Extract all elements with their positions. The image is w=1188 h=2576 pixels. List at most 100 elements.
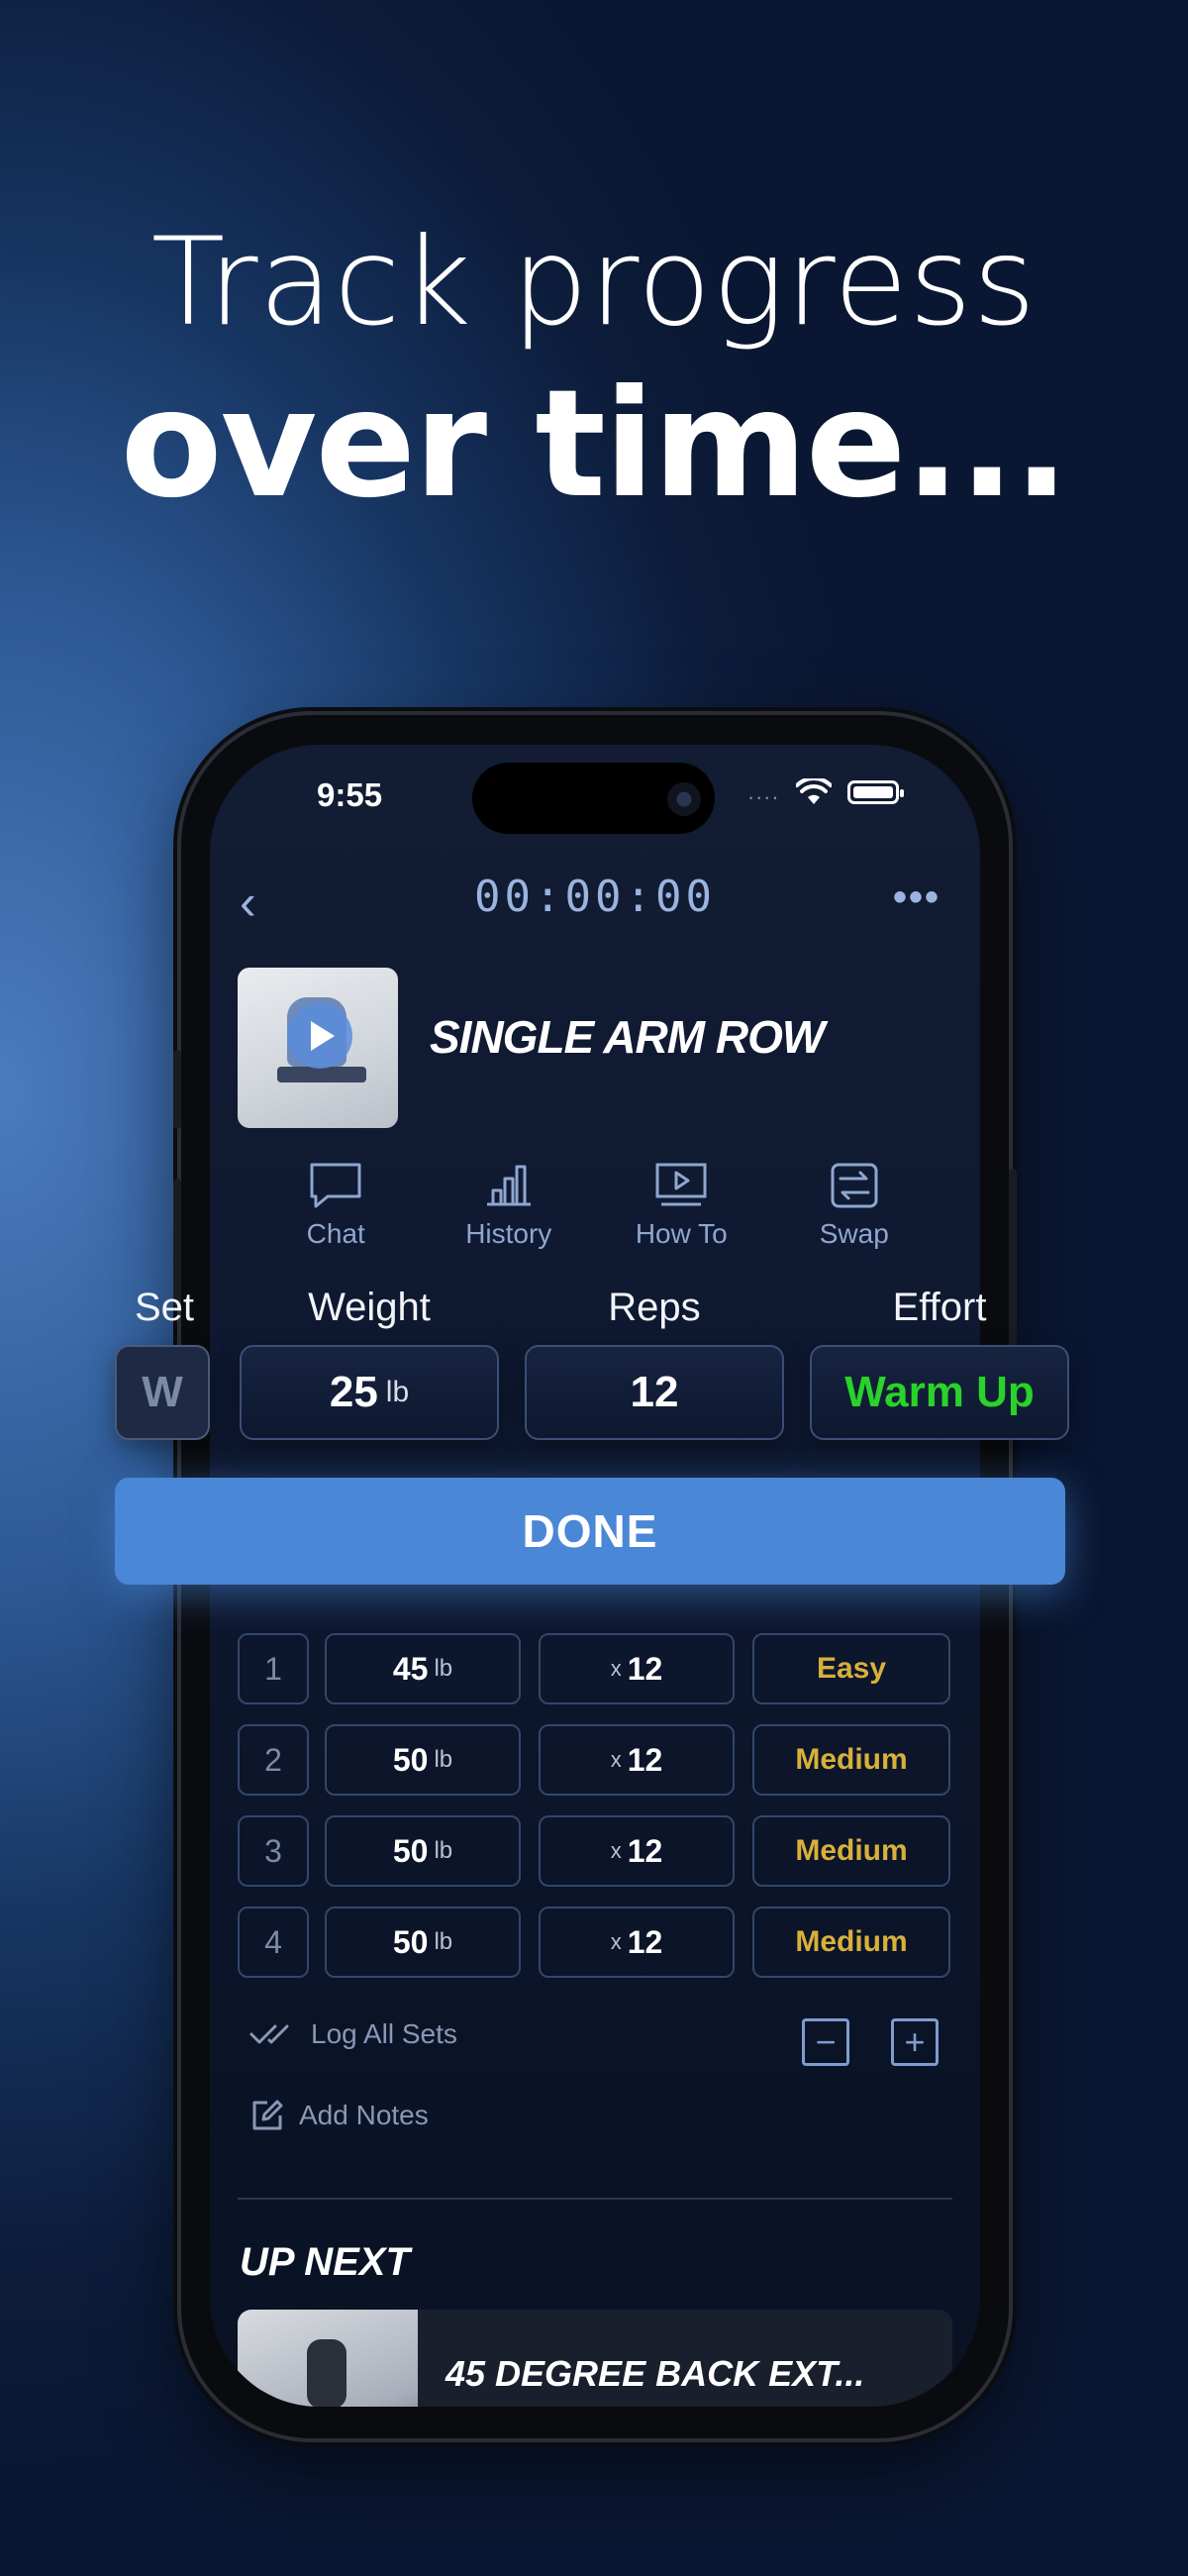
set-weight-unit: lb [434,1928,453,1955]
set-reps-value: 12 [627,1650,663,1687]
headline: Track progress over time... [0,218,1188,529]
set-effort[interactable]: Easy [752,1633,950,1704]
minus-icon: − [815,2021,837,2062]
status-time: 9:55 [317,776,383,813]
up-next-figure [307,2339,346,2407]
reps-x: x [610,1747,622,1772]
set-weight[interactable]: 45 lb [325,1633,521,1704]
current-set-type[interactable]: W [115,1345,210,1440]
reps-x: x [610,1656,622,1681]
edit-icon [252,2100,283,2130]
current-effort-select[interactable]: Warm Up [810,1345,1069,1440]
set-number-text: 2 [264,1741,282,1778]
current-weight-value: 25 [329,1368,378,1416]
add-notes-label: Add Notes [299,2100,429,2130]
done-button[interactable]: DONE [115,1478,1065,1585]
set-reps[interactable]: x 12 [539,1724,735,1796]
log-all-sets-button[interactable]: Log All Sets [249,2018,457,2050]
set-number-text: 3 [264,1832,282,1869]
section-divider [238,2198,952,2200]
set-row[interactable]: 3 50 lb x 12 Medium [238,1815,952,1887]
set-weight-unit: lb [434,1746,453,1773]
current-reps-value: 12 [630,1368,679,1416]
phone-side-button [173,1050,181,1129]
up-next-title: 45 DEGREE BACK EXT... [446,2353,865,2394]
set-effort-value: Medium [795,1743,908,1776]
set-weight-unit: lb [434,1655,453,1682]
camera-icon [667,782,701,816]
swap-icon [831,1163,878,1208]
headline-line1: Track progress [150,212,1038,353]
more-options-button[interactable]: ••• [893,876,940,920]
set-row[interactable]: 4 50 lb x 12 Medium [238,1906,952,1978]
set-reps-value: 12 [627,1741,663,1778]
exercise-bench [277,1067,366,1082]
set-reps[interactable]: x 12 [539,1633,735,1704]
set-reps[interactable]: x 12 [539,1906,735,1978]
status-icons: .... [748,778,904,806]
howto-icon [655,1163,707,1206]
header-effort: Effort [892,1286,987,1329]
phone-power-button [1009,1169,1017,1367]
history-icon [486,1165,531,1206]
set-reps-value: 12 [627,1923,663,1960]
current-set-type-value: W [142,1368,183,1416]
battery-icon [847,780,904,804]
up-next-card[interactable]: 45 DEGREE BACK EXT... [238,2310,952,2407]
up-next-thumbnail [238,2310,418,2407]
set-weight-unit: lb [434,1837,453,1864]
wifi-icon [796,778,832,804]
set-reps[interactable]: x 12 [539,1815,735,1887]
reps-x: x [610,1838,622,1863]
dynamic-island [472,763,715,834]
set-row[interactable]: 1 45 lb x 12 Easy [238,1633,952,1704]
header-reps: Reps [608,1286,701,1329]
set-number: 2 [238,1724,309,1796]
reps-x: x [610,1929,622,1954]
remove-set-button[interactable]: − [802,2018,849,2066]
tool-history[interactable]: History [435,1161,583,1250]
set-effort[interactable]: Medium [752,1906,950,1978]
tool-swap[interactable]: Swap [780,1161,929,1250]
set-effort[interactable]: Medium [752,1815,950,1887]
headline-line2: over time... [120,359,1070,531]
plus-icon: + [904,2021,926,2062]
set-effort-value: Medium [795,1834,908,1867]
set-weight-value: 50 [392,1832,429,1869]
tool-chat[interactable]: Chat [261,1161,410,1250]
set-row[interactable]: 2 50 lb x 12 Medium [238,1724,952,1796]
add-notes-button[interactable]: Add Notes [249,2098,429,2133]
current-reps-input[interactable]: 12 [525,1345,784,1440]
current-effort-value: Warm Up [844,1368,1035,1416]
tool-howto[interactable]: How To [607,1161,755,1250]
up-next-heading: UP NEXT [240,2240,410,2284]
add-set-button[interactable]: + [891,2018,939,2066]
set-number: 1 [238,1633,309,1704]
workout-timer: 00:00:00 [474,872,716,922]
tool-howto-label: How To [635,1218,728,1249]
tool-chat-label: Chat [306,1218,365,1249]
tool-history-label: History [465,1218,552,1249]
set-number: 3 [238,1815,309,1887]
exercise-title: SINGLE ARM ROW [430,1011,825,1063]
set-effort-value: Easy [816,1652,887,1685]
log-all-sets-label: Log All Sets [311,2018,457,2049]
current-weight-input[interactable]: 25 lb [240,1345,499,1440]
set-weight[interactable]: 50 lb [325,1906,521,1978]
play-icon[interactable] [287,1003,352,1069]
set-weight[interactable]: 50 lb [325,1815,521,1887]
set-number-text: 4 [264,1923,282,1960]
set-reps-value: 12 [627,1832,663,1869]
double-check-icon [249,2024,289,2044]
exercise-video-thumbnail[interactable] [238,968,398,1128]
chat-icon [310,1163,361,1208]
set-number: 4 [238,1906,309,1978]
set-effort-value: Medium [795,1925,908,1958]
set-weight-value: 50 [392,1923,429,1960]
set-effort[interactable]: Medium [752,1724,950,1796]
set-weight-value: 50 [392,1741,429,1778]
current-weight-unit: lb [385,1376,410,1408]
set-weight[interactable]: 50 lb [325,1724,521,1796]
header-set: Set [134,1286,195,1329]
tool-swap-label: Swap [819,1218,889,1249]
